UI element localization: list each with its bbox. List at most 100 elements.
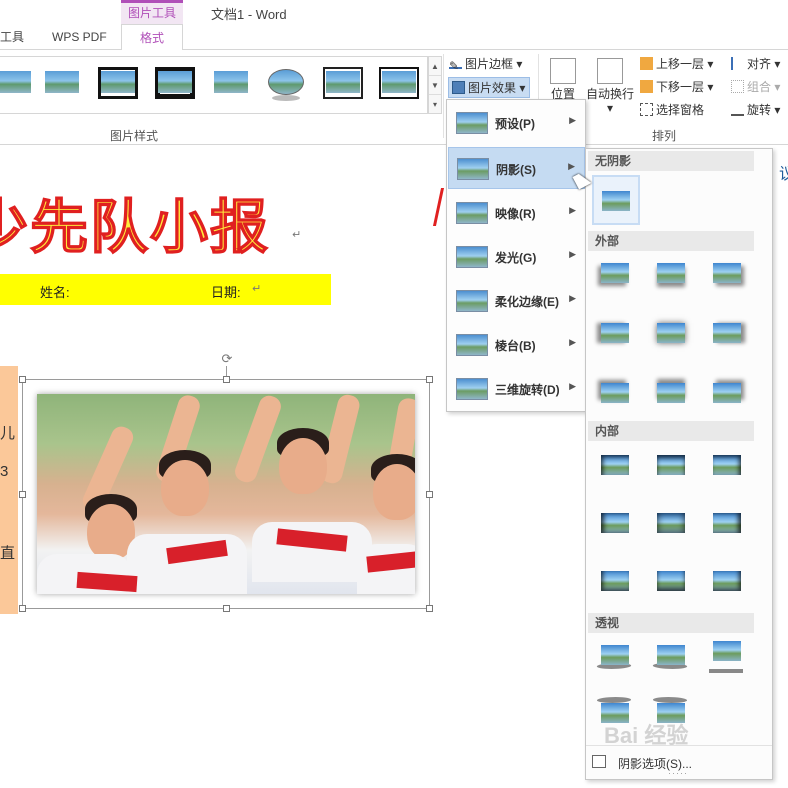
menu-item-reflection[interactable]: 映像(R) ▶ (448, 192, 585, 234)
section-inner: 内部 (588, 421, 754, 441)
newspaper-heading[interactable]: 少先队小报 (0, 180, 270, 264)
document-title: 文档1 - Word (211, 7, 287, 22)
shadow-none-option[interactable] (592, 175, 640, 225)
side-text-box[interactable]: 儿 3 直 (0, 366, 18, 614)
shadow-preview-icon (601, 645, 629, 665)
picture-effects-button[interactable]: 图片效果 ▾ (448, 77, 531, 98)
align-button[interactable]: 对齐 ▾ (731, 54, 780, 74)
bring-forward-button[interactable]: 上移一层 ▾ (640, 54, 713, 74)
tab-tools[interactable]: 工具 (0, 24, 24, 50)
menu-item-bevel[interactable]: 棱台(B) ▶ (448, 324, 585, 366)
shadow-inner-option[interactable] (706, 505, 746, 541)
raised-arm (232, 394, 284, 486)
shadow-preview-icon (601, 455, 629, 475)
resize-handle[interactable] (426, 605, 433, 612)
picture-style-thin-black[interactable] (379, 67, 419, 99)
selection-pane-button[interactable]: 选择窗格 (640, 100, 704, 120)
picture-style-thick-black[interactable] (98, 67, 138, 99)
resize-handle[interactable] (426, 376, 433, 383)
scroll-down-icon[interactable]: ▼ (429, 76, 441, 95)
picture-effects-label: 图片效果 (468, 81, 517, 95)
shadow-perspective-option[interactable] (650, 637, 690, 673)
menu-item-label: 柔化边缘(E) (495, 295, 559, 309)
resize-handle[interactable] (426, 491, 433, 498)
position-button[interactable]: 位置 (548, 58, 578, 104)
send-backward-label: 下移一层 (656, 80, 705, 94)
name-label: 姓名: (40, 285, 70, 300)
shadow-preview-icon (657, 513, 685, 533)
shadow-inner-option[interactable] (650, 563, 690, 599)
rotate-button[interactable]: 旋转 ▾ (731, 100, 780, 120)
tab-wps-pdf[interactable]: WPS PDF (52, 24, 107, 50)
perspective-shadow-icon (709, 669, 743, 673)
resize-handle[interactable] (223, 605, 230, 612)
gallery-more-icon[interactable]: ▾ (429, 95, 441, 114)
shadow-perspective-option[interactable] (706, 637, 746, 673)
picture-style-oval[interactable] (266, 67, 306, 101)
rotate-handle-icon[interactable]: ⟳ (220, 352, 234, 366)
menu-item-glow[interactable]: 发光(G) ▶ (448, 236, 585, 278)
side-text-char: 直 (0, 545, 16, 562)
style-preview-icon (382, 71, 416, 93)
picture-tools-context-label: 图片工具 (121, 0, 183, 24)
glow-icon (456, 246, 488, 268)
shadow-outer-option[interactable] (706, 315, 746, 351)
group-icon (731, 80, 744, 93)
menu-item-label: 预设(P) (495, 117, 535, 131)
shadow-preview-icon (601, 383, 629, 403)
shadow-inner-option[interactable] (594, 563, 634, 599)
shadow-preview-icon (601, 513, 629, 533)
menu-item-soft-edges[interactable]: 柔化边缘(E) ▶ (448, 280, 585, 322)
shadow-outer-option[interactable] (650, 315, 690, 351)
name-date-bar[interactable]: 姓名: 日期: ↵ (0, 274, 331, 305)
shadow-outer-option[interactable] (650, 255, 690, 291)
shadow-inner-option[interactable] (594, 505, 634, 541)
shadow-outer-option[interactable] (594, 255, 634, 291)
picture-style-simple[interactable] (0, 67, 34, 99)
baidu-watermark: Bai 经验 (604, 723, 689, 748)
shadow-options-row[interactable]: 阴影选项(S)... ····· (586, 745, 772, 779)
resize-handle[interactable] (223, 376, 230, 383)
shadow-outer-option[interactable] (594, 375, 634, 411)
shadow-outer-option[interactable] (706, 255, 746, 291)
send-backward-button[interactable]: 下移一层 ▾ (640, 77, 713, 97)
picture-style-soft[interactable] (42, 67, 82, 99)
picture-style-black-matte[interactable] (155, 67, 195, 99)
arrange-group-label: 排列 (652, 129, 677, 143)
shadow-preview-icon (713, 455, 741, 475)
shadow-inner-option[interactable] (650, 447, 690, 483)
tab-format[interactable]: 格式 (121, 24, 183, 51)
shadow-inner-option[interactable] (594, 447, 634, 483)
shadow-preview-icon (601, 263, 629, 283)
young-pioneers-photo[interactable] (37, 394, 415, 594)
wrap-text-button[interactable]: 自动换行 ▾ (585, 58, 635, 115)
effects-icon (452, 81, 465, 94)
resize-handle[interactable] (19, 376, 26, 383)
resize-grip-icon[interactable]: ····· (668, 768, 688, 778)
group-button[interactable]: 组合 ▾ (731, 77, 780, 97)
shadow-options-icon (592, 755, 606, 768)
resize-handle[interactable] (19, 491, 26, 498)
shadow-perspective-option[interactable] (594, 637, 634, 673)
shadow-outer-option[interactable] (650, 375, 690, 411)
shadow-outer-option[interactable] (706, 375, 746, 411)
menu-item-3d-rotation[interactable]: 三维旋转(D) ▶ (448, 368, 585, 410)
shadow-inner-option[interactable] (706, 447, 746, 483)
shadow-inner-option[interactable] (650, 505, 690, 541)
shadow-outer-option[interactable] (594, 315, 634, 351)
shadow-inner-option[interactable] (706, 563, 746, 599)
preset-icon (456, 112, 488, 134)
shadow-preview-icon (657, 383, 685, 403)
style-preview-icon (101, 71, 135, 93)
menu-item-preset[interactable]: 预设(P) ▶ (448, 102, 585, 144)
resize-handle[interactable] (19, 605, 26, 612)
menu-item-shadow[interactable]: 阴影(S) ▶ (448, 147, 585, 189)
picture-border-button[interactable]: ✎ 图片边框 ▾ (449, 54, 522, 74)
picture-styles-gallery (0, 56, 428, 114)
submenu-arrow-icon: ▶ (569, 337, 576, 347)
right-edge-text: 议 (779, 166, 788, 183)
group-label: 组合 (747, 80, 772, 94)
picture-style-double-frame[interactable] (323, 67, 363, 99)
picture-style-shadow[interactable] (211, 67, 251, 99)
scroll-up-icon[interactable]: ▲ (429, 57, 441, 76)
